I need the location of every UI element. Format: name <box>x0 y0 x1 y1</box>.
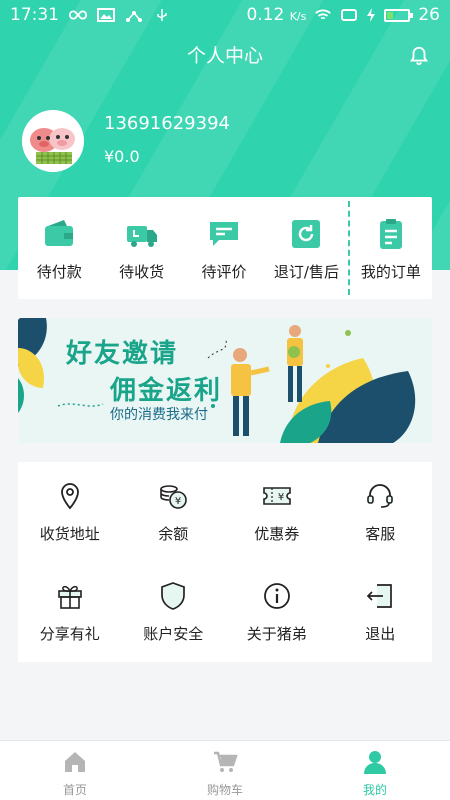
usb-icon <box>157 9 167 21</box>
user-icon <box>364 751 386 774</box>
service-balance[interactable]: ¥ 余额 <box>122 462 226 562</box>
tab-label: 购物车 <box>206 783 243 797</box>
service-label: 余额 <box>158 524 189 543</box>
services-grid: 收货地址 ¥ 余额 ¥ 优惠券 客服 分享有礼 账户安全 关于猪弟 退出 <box>18 462 432 662</box>
coins-icon: ¥ <box>160 484 188 509</box>
service-label: 退出 <box>365 624 396 643</box>
svg-text:¥: ¥ <box>175 496 181 507</box>
wallet-icon <box>45 220 74 246</box>
shield-icon <box>161 581 186 610</box>
service-logout[interactable]: 退出 <box>329 562 433 662</box>
tab-label: 我的 <box>362 783 387 797</box>
bell-icon[interactable] <box>408 45 430 67</box>
service-label: 收货地址 <box>39 524 100 543</box>
service-account-security[interactable]: 账户安全 <box>122 562 226 662</box>
service-address[interactable]: 收货地址 <box>18 462 122 562</box>
service-label: 账户安全 <box>143 624 204 643</box>
window-icon <box>341 9 358 21</box>
tab-cart[interactable]: 购物车 <box>150 741 300 800</box>
svg-text:¥: ¥ <box>278 492 284 503</box>
coupon-icon: ¥ <box>262 486 291 505</box>
user-balance: ¥0.0 <box>104 147 140 166</box>
order-item-refund[interactable]: 退订/售后 <box>265 197 347 299</box>
order-item-pending-receipt[interactable]: 待收货 <box>100 197 182 299</box>
tab-label: 首页 <box>62 783 87 797</box>
banner-subtitle: 你的消费我来付 <box>110 407 208 423</box>
banner-title-invite: 好友邀请 <box>66 339 179 369</box>
order-label: 待评价 <box>201 263 247 281</box>
service-label: 客服 <box>365 524 396 543</box>
service-customer-support[interactable]: 客服 <box>329 462 433 562</box>
pig-avatar-icon <box>22 110 84 172</box>
tab-home[interactable]: 首页 <box>0 741 150 800</box>
service-about[interactable]: 关于猪弟 <box>225 562 329 662</box>
share-icon <box>126 11 142 22</box>
order-item-my-orders[interactable]: 我的订单 <box>350 197 432 299</box>
bottom-tab-bar: 首页 购物车 我的 <box>0 740 450 800</box>
order-card: 待付款 待收货 待评价 退订/售后 我的订单 <box>18 197 432 299</box>
charging-icon <box>367 8 376 22</box>
net-speed: 0.12 K/s <box>246 5 307 25</box>
status-bar: 17:31 0.12 K/s 26 <box>0 0 450 30</box>
user-phone: 13691629394 <box>104 113 230 134</box>
gift-icon <box>57 585 82 609</box>
avatar[interactable] <box>22 110 84 172</box>
location-icon <box>60 482 79 509</box>
truck-icon <box>126 226 157 247</box>
invite-banner[interactable]: 好友邀请 佣金返利 你的消费我来付 <box>18 318 432 443</box>
tab-mine[interactable]: 我的 <box>300 741 450 800</box>
logout-icon <box>367 583 393 608</box>
battery-level: 26 <box>418 5 440 25</box>
order-label: 退订/售后 <box>273 263 339 281</box>
order-item-pending-payment[interactable]: 待付款 <box>18 197 100 299</box>
service-label: 分享有礼 <box>39 624 100 643</box>
clipboard-icon <box>379 219 402 249</box>
home-icon <box>65 752 85 772</box>
order-label: 待收货 <box>119 263 165 281</box>
banner-title-commission: 佣金返利 <box>110 376 223 406</box>
comment-icon <box>210 222 239 246</box>
image-icon <box>97 8 115 22</box>
wifi-icon <box>315 9 332 20</box>
order-item-pending-review[interactable]: 待评价 <box>183 197 265 299</box>
headset-icon <box>367 483 394 508</box>
status-time: 17:31 <box>10 5 59 25</box>
order-label: 待付款 <box>36 263 82 281</box>
battery-icon <box>384 8 414 22</box>
order-label: 我的订单 <box>360 263 421 281</box>
service-label: 关于猪弟 <box>246 624 307 643</box>
service-label: 优惠券 <box>254 524 300 543</box>
service-share-gift[interactable]: 分享有礼 <box>18 562 122 662</box>
page-title: 个人中心 <box>186 45 263 67</box>
service-coupon[interactable]: ¥ 优惠券 <box>225 462 329 562</box>
refresh-icon <box>292 220 321 248</box>
infinity-icon <box>69 10 87 20</box>
info-icon <box>263 582 290 609</box>
cart-icon <box>214 751 238 772</box>
